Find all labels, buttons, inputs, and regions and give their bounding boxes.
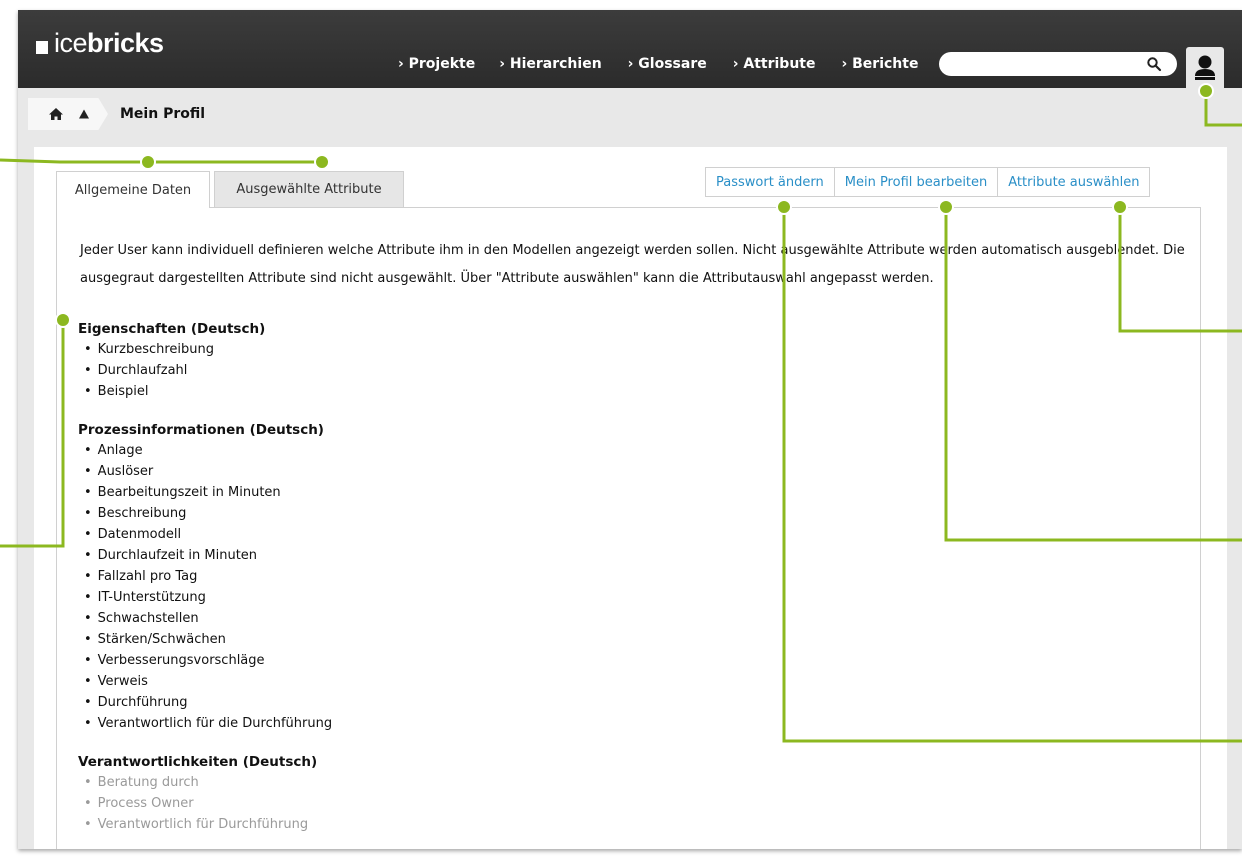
attribute-list: Beratung durchProcess OwnerVerantwortlic…: [78, 772, 678, 835]
attribute-item: Beispiel: [78, 381, 678, 402]
attribute-item: Stärken/Schwächen: [78, 629, 678, 650]
intro-text: Jeder User kann individuell definieren w…: [80, 243, 1185, 286]
profile-actions: Passwort ändern Mein Profil bearbeiten A…: [705, 167, 1151, 197]
attribute-sections: Eigenschaften (Deutsch)KurzbeschreibungD…: [78, 319, 678, 849]
user-icon: [1195, 55, 1215, 80]
attribute-item: IT-Unterstützung: [78, 587, 678, 608]
attribute-item: Anlage: [78, 440, 678, 461]
attribute-item: Durchlaufzeit in Minuten: [78, 545, 678, 566]
attribute-section: Eigenschaften (Deutsch) KurzbeschreibungD…: [78, 319, 678, 402]
tab-divider: [56, 207, 1201, 208]
attribute-item: Durchführung: [78, 692, 678, 713]
attribute-item: Verantwortlich für die Durchführung: [78, 713, 678, 734]
nav-item-hierarchien[interactable]: › Hierarchien: [499, 56, 601, 72]
search-input[interactable]: [939, 52, 1177, 76]
up-arrow-icon[interactable]: [78, 108, 90, 120]
section-heading: Prozessinformationen (Deutsch): [78, 422, 324, 438]
breadcrumb: Mein Profil: [28, 98, 205, 130]
logo-text: icebricks: [54, 28, 164, 58]
nav-item-attribute[interactable]: › Attribute: [733, 56, 816, 72]
content-panel: Allgemeine Daten Ausgewählte Attribute P…: [34, 147, 1227, 849]
logo-mark: [36, 41, 48, 54]
section-heading: Eigenschaften (Deutsch): [78, 321, 266, 337]
attribute-item: Beratung durch: [78, 772, 678, 793]
attribute-item: Verantwortlich für Durchführung: [78, 814, 678, 835]
top-bar: icebricks › Projekte › Hierarchien › Gloss…: [18, 10, 1242, 88]
nav-item-glossare[interactable]: › Glossare: [628, 56, 707, 72]
home-icon[interactable]: [48, 107, 64, 121]
attribute-item: Datenmodell: [78, 524, 678, 545]
logo[interactable]: icebricks: [36, 28, 164, 58]
attribute-item: Kurzbeschreibung: [78, 339, 678, 360]
page-title: Mein Profil: [120, 106, 206, 122]
attribute-section: Verantwortlichkeiten (Deutsch) Beratung d…: [78, 752, 678, 835]
tab-allgemeine-daten[interactable]: Allgemeine Daten: [56, 171, 210, 208]
app-window: icebricks › Projekte › Hierarchien › Gloss…: [18, 10, 1242, 849]
attribute-item: Durchlaufzahl: [78, 360, 678, 381]
attribute-item: Auslöser: [78, 461, 678, 482]
breadcrumb-home: [28, 98, 108, 130]
attribute-item: Bearbeitungszeit in Minuten: [78, 482, 678, 503]
change-password-button[interactable]: Passwort ändern: [705, 167, 835, 197]
user-menu-button[interactable]: [1186, 47, 1224, 88]
attribute-item: Fallzahl pro Tag: [78, 566, 678, 587]
attribute-list: AnlageAuslöserBearbeitungszeit in Minute…: [78, 440, 678, 734]
attribute-section: Prozessinformationen (Deutsch) AnlageAusl…: [78, 420, 678, 734]
edit-profile-button[interactable]: Mein Profil bearbeiten: [833, 167, 999, 197]
main-nav: › Projekte › Hierarchien › Glossare › Attri…: [398, 56, 944, 72]
attribute-item: Process Owner: [78, 793, 678, 814]
tab-ausgewaehlte-attribute[interactable]: Ausgewählte Attribute: [214, 171, 404, 207]
content-border-right: [1200, 207, 1201, 849]
nav-item-berichte[interactable]: › Berichte: [841, 56, 918, 72]
attribute-item: Schwachstellen: [78, 608, 678, 629]
search-icon[interactable]: [1146, 56, 1162, 72]
attribute-item: Verweis: [78, 671, 678, 692]
content-border-left: [56, 207, 57, 849]
attribute-item: Verbesserungsvorschläge: [78, 650, 678, 671]
select-attributes-button[interactable]: Attribute auswählen: [997, 167, 1151, 197]
attribute-item: Beschreibung: [78, 503, 678, 524]
attribute-list: KurzbeschreibungDurchlaufzahlBeispiel: [78, 339, 678, 402]
section-heading: Verantwortlichkeiten (Deutsch): [78, 754, 318, 770]
nav-item-projekte[interactable]: › Projekte: [398, 56, 475, 72]
